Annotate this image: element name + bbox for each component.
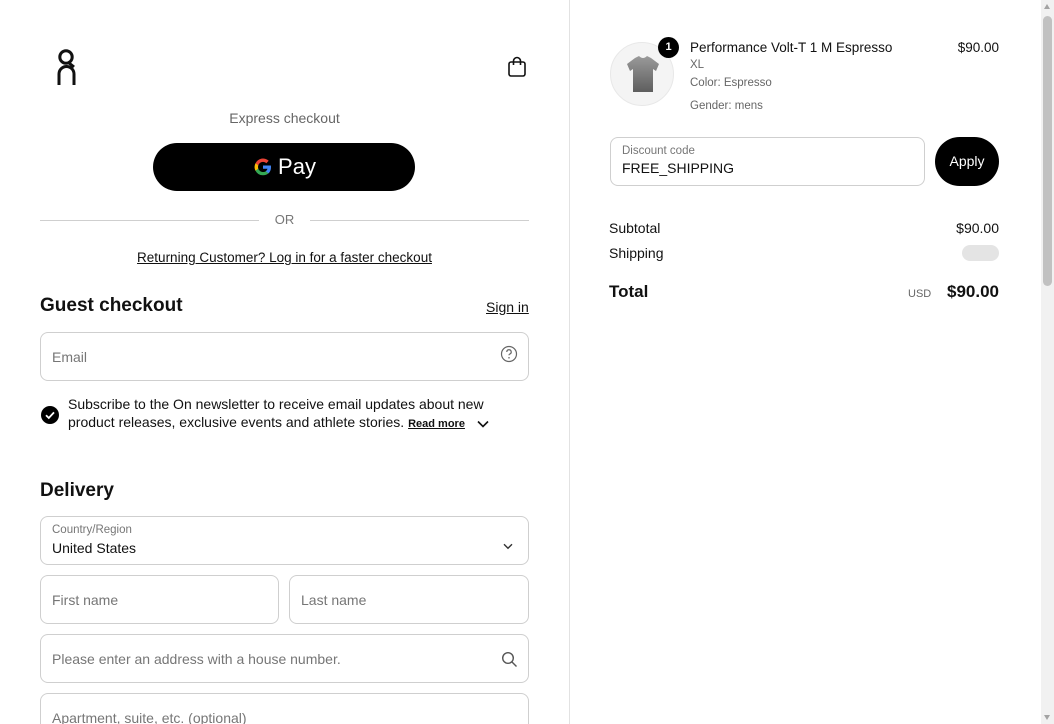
shipping-loading-placeholder [962, 245, 999, 261]
country-select[interactable]: Country/Region United States [40, 516, 529, 565]
newsletter-checkbox[interactable] [41, 406, 59, 424]
discount-code-value: FREE_SHIPPING [622, 160, 735, 176]
address-field[interactable]: Please enter an address with a house num… [40, 634, 529, 683]
last-name-placeholder: Last name [301, 592, 367, 608]
order-summary-column [569, 0, 1041, 724]
checkout-form-column: Express checkout Pay OR Returning Custom… [0, 0, 569, 724]
sign-in-link[interactable]: Sign in [486, 299, 529, 315]
shipping-label: Shipping [609, 245, 664, 261]
email-field[interactable]: Email [40, 332, 529, 381]
scroll-up-arrow-icon[interactable] [1044, 4, 1050, 9]
read-more-link[interactable]: Read more [408, 418, 465, 430]
or-divider: OR [40, 211, 529, 229]
total-value: $90.00 [947, 282, 999, 301]
google-pay-label: Pay [278, 154, 316, 179]
product-gender: Gender: mens [690, 100, 763, 112]
google-g-icon [254, 158, 272, 176]
apartment-placeholder: Apartment, suite, etc. (optional) [52, 710, 247, 724]
first-name-placeholder: First name [52, 592, 119, 608]
question-circle-icon[interactable] [500, 345, 518, 363]
shipping-row: Shipping [609, 245, 999, 261]
total-currency: USD [908, 288, 932, 300]
subtotal-row: Subtotal $90.00 [609, 220, 999, 236]
subtotal-value: $90.00 [956, 220, 999, 236]
country-value: United States [52, 540, 137, 556]
page-scrollbar[interactable] [1041, 0, 1054, 724]
first-name-field[interactable]: First name [40, 575, 279, 624]
subtotal-label: Subtotal [609, 220, 661, 236]
product-color: Color: Espresso [690, 77, 772, 89]
total-label: Total [609, 282, 649, 301]
product-price: $90.00 [957, 40, 999, 55]
returning-customer-login-link[interactable]: Returning Customer? Log in for a faster … [40, 250, 529, 265]
apartment-field[interactable]: Apartment, suite, etc. (optional) [40, 693, 529, 724]
country-label: Country/Region [52, 524, 132, 536]
shopping-bag-icon[interactable] [506, 56, 528, 78]
email-placeholder: Email [52, 349, 88, 365]
last-name-field[interactable]: Last name [289, 575, 529, 624]
discount-code-label: Discount code [622, 145, 695, 157]
guest-checkout-heading: Guest checkout [40, 295, 183, 316]
scrollbar-thumb[interactable] [1043, 16, 1052, 286]
on-brand-logo-icon[interactable] [56, 48, 78, 88]
chevron-down-icon [503, 537, 513, 555]
or-text: OR [274, 212, 295, 227]
delivery-heading: Delivery [40, 480, 114, 501]
chevron-down-icon[interactable] [477, 414, 489, 432]
discount-code-field[interactable]: Discount code FREE_SHIPPING [610, 137, 925, 186]
express-checkout-label: Express checkout [229, 110, 340, 126]
scroll-down-arrow-icon[interactable] [1044, 715, 1050, 720]
quantity-badge: 1 [658, 37, 679, 58]
newsletter-consent-text: Subscribe to the On newsletter to receiv… [68, 395, 508, 433]
address-placeholder: Please enter an address with a house num… [52, 651, 341, 667]
search-icon [501, 651, 518, 673]
google-pay-button[interactable]: Pay [153, 143, 415, 191]
product-name: Performance Volt-T 1 M Espresso [690, 40, 893, 55]
apply-discount-button[interactable]: Apply [935, 137, 999, 186]
product-size: XL [690, 59, 705, 71]
